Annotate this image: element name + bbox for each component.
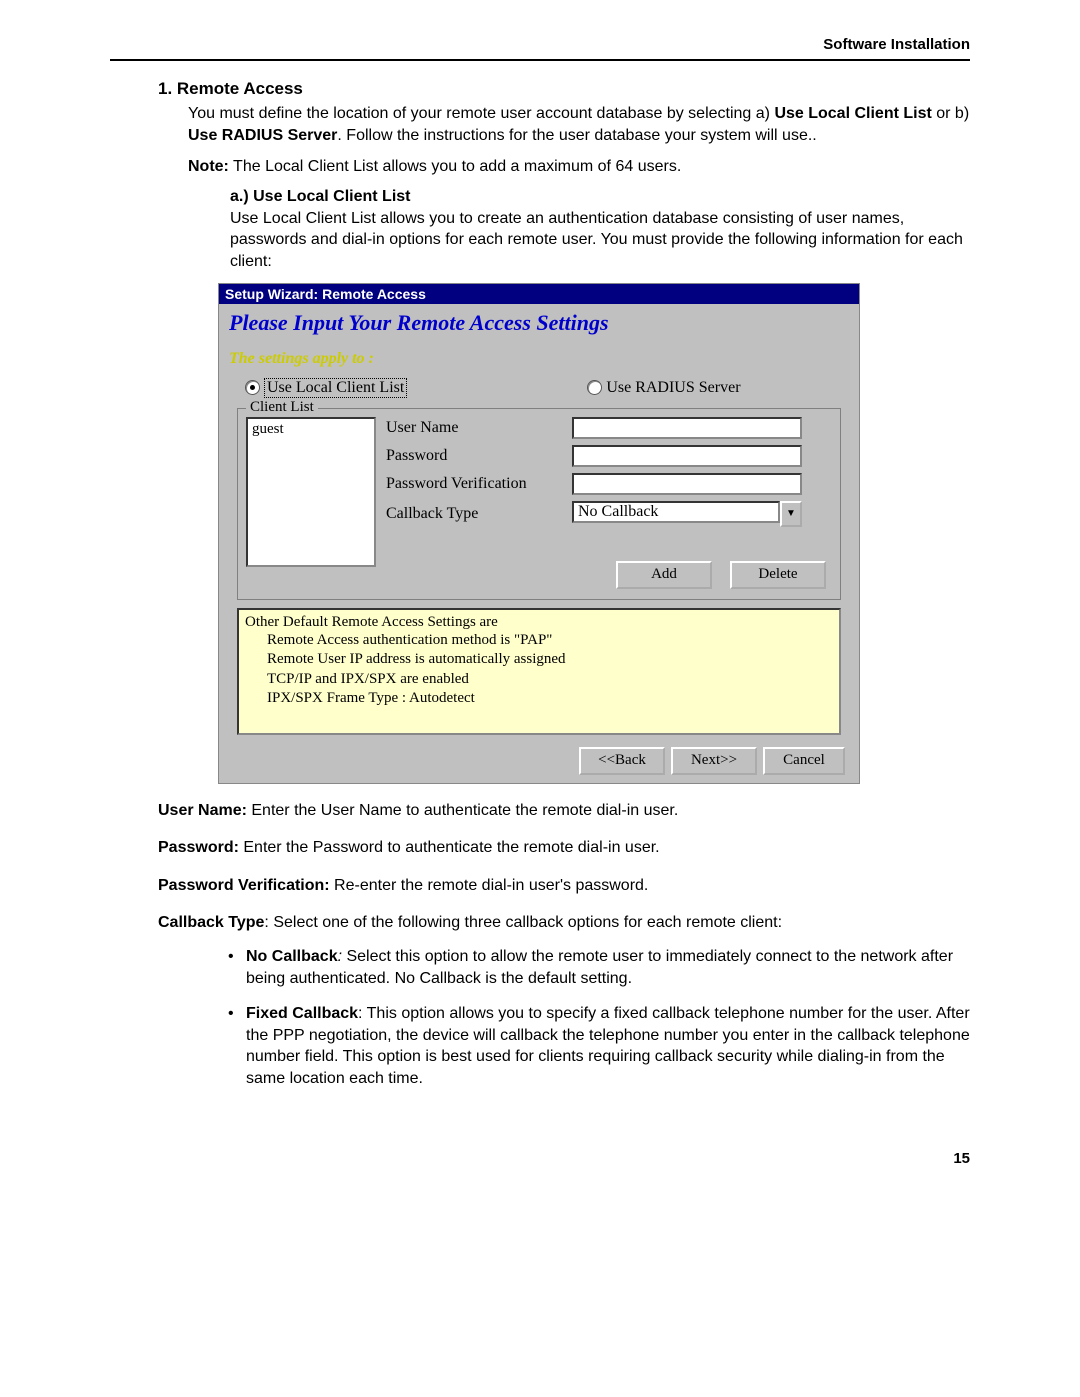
info-title: Other Default Remote Access Settings are — [245, 614, 833, 631]
note-label: Note: — [188, 158, 229, 175]
page-header: Software Installation — [110, 36, 970, 53]
def-label: Password Verification: — [158, 877, 330, 894]
info-line: Remote User IP address is automatically … — [267, 650, 833, 670]
fieldset-legend: Client List — [246, 399, 318, 416]
client-listbox[interactable]: guest — [246, 417, 376, 567]
dialog-titlebar: Setup Wizard: Remote Access — [219, 284, 859, 304]
radio-icon — [245, 380, 260, 395]
setup-wizard-dialog: Setup Wizard: Remote Access Please Input… — [218, 283, 860, 784]
def-label: Password: — [158, 839, 239, 856]
radio-icon — [587, 380, 602, 395]
def-username: User Name: Enter the User Name to authen… — [158, 800, 970, 822]
dialog-subheading: The settings apply to : — [229, 350, 849, 368]
bullet-label: No Callback — [246, 948, 338, 965]
bullet-no-callback: No Callback: Select this option to allow… — [228, 946, 970, 989]
client-list-fieldset: Client List guest User Name Password Pas… — [237, 408, 841, 600]
def-label: User Name: — [158, 802, 247, 819]
intro-paragraph: You must define the location of your rem… — [188, 103, 970, 146]
note-text: The Local Client List allows you to add … — [229, 158, 681, 175]
def-text: Re-enter the remote dial-in user's passw… — [330, 877, 649, 894]
def-password: Password: Enter the Password to authenti… — [158, 837, 970, 859]
def-callback-type: Callback Type: Select one of the followi… — [158, 912, 970, 934]
info-line: TCP/IP and IPX/SPX are enabled — [267, 670, 833, 690]
radio-radius-server[interactable]: Use RADIUS Server — [587, 379, 740, 397]
def-text: Enter the User Name to authenticate the … — [247, 802, 678, 819]
sub-a-heading: a.) Use Local Client List — [230, 188, 970, 206]
def-password-verify: Password Verification: Re-enter the remo… — [158, 875, 970, 897]
label-password-verify: Password Verification — [386, 475, 566, 493]
page-number: 15 — [110, 1150, 970, 1167]
intro-text-a: You must define the location of your rem… — [188, 105, 774, 122]
info-line: Remote Access authentication method is "… — [267, 631, 833, 651]
callback-type-combo[interactable]: No Callback ▼ — [572, 501, 802, 527]
username-field[interactable] — [572, 417, 802, 439]
label-callback-type: Callback Type — [386, 505, 566, 523]
default-settings-info: Other Default Remote Access Settings are… — [237, 608, 841, 735]
list-item[interactable]: guest — [252, 421, 370, 438]
password-field[interactable] — [572, 445, 802, 467]
bullet-label: Fixed Callback — [246, 1005, 358, 1022]
bullet-text: Select this option to allow the remote u… — [246, 948, 953, 987]
def-text: : Select one of the following three call… — [264, 914, 782, 931]
bullet-fixed-callback: Fixed Callback: This option allows you t… — [228, 1003, 970, 1089]
label-username: User Name — [386, 419, 566, 437]
callback-type-value: No Callback — [572, 501, 780, 523]
intro-bold-1: Use Local Client List — [774, 105, 931, 122]
password-verify-field[interactable] — [572, 473, 802, 495]
back-button[interactable]: <<Back — [579, 747, 665, 775]
note-paragraph: Note: The Local Client List allows you t… — [188, 156, 970, 178]
section-heading: 1. Remote Access — [158, 79, 970, 99]
def-label: Callback Type — [158, 914, 264, 931]
cancel-button[interactable]: Cancel — [763, 747, 845, 775]
info-line: IPX/SPX Frame Type : Autodetect — [267, 689, 833, 709]
radio-label-radius: Use RADIUS Server — [606, 379, 740, 397]
next-button[interactable]: Next>> — [671, 747, 757, 775]
sub-a-text: Use Local Client List allows you to crea… — [230, 208, 970, 273]
intro-text-mid: or b) — [932, 105, 969, 122]
intro-text-c: . Follow the instructions for the user d… — [337, 127, 816, 144]
add-button[interactable]: Add — [616, 561, 712, 589]
chevron-down-icon[interactable]: ▼ — [780, 501, 802, 527]
intro-bold-2: Use RADIUS Server — [188, 127, 337, 144]
label-password: Password — [386, 447, 566, 465]
dialog-heading: Please Input Your Remote Access Settings — [229, 310, 849, 336]
delete-button[interactable]: Delete — [730, 561, 826, 589]
radio-local-client-list[interactable]: Use Local Client List — [245, 378, 407, 398]
divider — [110, 59, 970, 61]
def-text: Enter the Password to authenticate the r… — [239, 839, 660, 856]
radio-label-local: Use Local Client List — [264, 378, 407, 398]
